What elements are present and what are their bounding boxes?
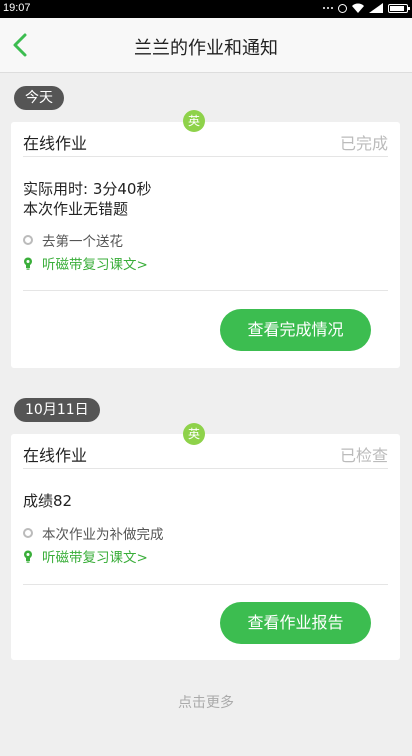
result-text: 本次作业无错题 <box>23 200 129 218</box>
tip-text: 听磁带复习课文> <box>42 257 148 273</box>
circle-bullet-icon <box>23 235 33 245</box>
card-title: 在线作业 <box>23 446 88 465</box>
note-row: 本次作业为补做完成 <box>23 523 164 543</box>
divider <box>23 290 388 291</box>
status-time: 19:07 <box>3 2 31 14</box>
status-bar: 19:07 <box>0 0 412 18</box>
homework-card[interactable]: 在线作业 已检查 成绩82 本次作业为补做完成 听磁带复习课文> 查看作业报告 <box>11 434 400 660</box>
page-title: 兰兰的作业和通知 <box>134 38 278 59</box>
tip-link[interactable]: 听磁带复习课文> <box>23 546 148 566</box>
view-report-button[interactable]: 查看作业报告 <box>220 602 371 644</box>
note-text: 去第一个送花 <box>42 234 123 250</box>
lightbulb-icon <box>24 550 32 563</box>
divider <box>23 468 388 469</box>
load-more-link[interactable]: 点击更多 <box>0 692 412 712</box>
date-badge-today: 今天 <box>14 86 64 110</box>
alarm-icon <box>338 3 347 13</box>
date-badge: 10月11日 <box>14 398 100 422</box>
app-header: 兰兰的作业和通知 <box>0 18 412 73</box>
score-text: 成绩82 <box>23 492 73 510</box>
divider <box>23 584 388 585</box>
tip-link[interactable]: 听磁带复习课文> <box>23 253 148 273</box>
note-row: 去第一个送花 <box>23 230 123 250</box>
subject-badge-english: 英 <box>183 110 205 132</box>
tip-text: 听磁带复习课文> <box>42 550 148 566</box>
divider <box>23 156 388 157</box>
battery-icon <box>388 3 410 13</box>
homework-card[interactable]: 在线作业 已完成 实际用时: 3分40秒 本次作业无错题 去第一个送花 听磁带复… <box>11 122 400 368</box>
circle-bullet-icon <box>23 528 33 538</box>
lightbulb-icon <box>24 257 32 270</box>
card-status: 已完成 <box>339 134 388 153</box>
time-spent-text: 实际用时: 3分40秒 <box>23 180 152 198</box>
note-text: 本次作业为补做完成 <box>42 527 164 543</box>
view-completion-button[interactable]: 查看完成情况 <box>220 309 371 351</box>
card-status: 已检查 <box>339 446 388 465</box>
card-title: 在线作业 <box>23 134 88 153</box>
wifi-icon <box>352 3 364 13</box>
subject-badge-english: 英 <box>183 423 205 445</box>
signal-icon <box>369 3 383 13</box>
more-dots-icon <box>323 7 333 9</box>
